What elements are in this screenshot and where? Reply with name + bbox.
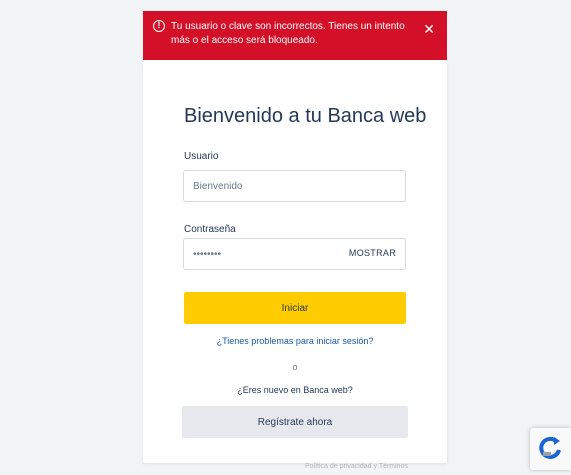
recaptcha-icon: [539, 436, 561, 459]
username-input[interactable]: [183, 170, 406, 202]
show-password-button[interactable]: MOSTRAR: [349, 248, 396, 258]
register-button[interactable]: Regístrate ahora: [182, 406, 408, 438]
recaptcha-badge[interactable]: [530, 428, 571, 470]
login-button[interactable]: Iniciar: [184, 292, 406, 324]
password-label: Contraseña: [184, 224, 236, 235]
password-field: MOSTRAR: [183, 238, 406, 270]
close-icon[interactable]: ✕: [423, 22, 435, 36]
footer-links[interactable]: Política de privacidad y Términos: [305, 463, 408, 470]
register-question: ¿Eres nuevo en Banca web?: [237, 385, 353, 395]
error-circle-icon: !: [153, 20, 165, 32]
login-page: ! Tu usuario o clave son incorrectos. Ti…: [0, 0, 571, 475]
forgot-credentials-link[interactable]: ¿Tienes problemas para iniciar sesión?: [143, 336, 447, 346]
page-title: Bienvenido a tu Banca web: [184, 105, 427, 127]
error-alert-message: Tu usuario o clave son incorrectos. Tien…: [171, 21, 405, 46]
separator-text: o: [292, 362, 298, 372]
error-alert: ! Tu usuario o clave son incorrectos. Ti…: [143, 11, 447, 60]
username-label: Usuario: [184, 151, 219, 162]
